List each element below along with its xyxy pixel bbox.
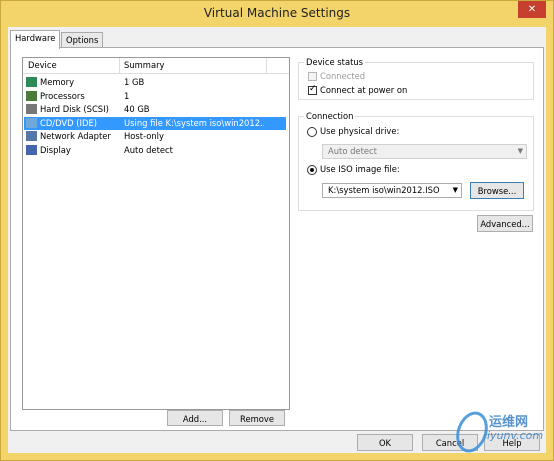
device-name: Processors — [40, 90, 85, 101]
dialog-body: Hardware Options Device Summary Memory 1 … — [8, 27, 546, 457]
device-row[interactable]: Display Auto detect — [24, 144, 286, 157]
device-summary: Auto detect — [124, 144, 173, 155]
iso-path-value: K:\system iso\win2012.ISO — [328, 185, 440, 195]
ok-button[interactable]: OK — [357, 434, 413, 451]
device-status-group: Device status Connected ✓ Connect at pow… — [298, 57, 534, 100]
physical-drive-radio[interactable] — [307, 127, 317, 137]
physical-drive-select[interactable]: Auto detect ▼ — [322, 144, 527, 159]
device-row[interactable]: CD/DVD (IDE) Using file K:\system iso\win… — [24, 116, 286, 130]
network-adapter-icon — [26, 131, 37, 141]
device-name: Memory — [40, 77, 75, 87]
device-name: CD/DVD (IDE) — [40, 117, 98, 128]
device-row[interactable]: Hard Disk (SCSI) 40 GB — [24, 103, 286, 116]
iso-image-radio[interactable] — [307, 165, 317, 175]
iso-path-input[interactable]: K:\system iso\win2012.ISO ▼ — [322, 183, 462, 198]
processor-icon — [26, 90, 37, 101]
settings-window: Virtual Machine Settings ✕ Hardware Opti… — [0, 0, 554, 461]
device-summary: 1 GB — [124, 77, 145, 87]
column-separator — [266, 58, 267, 73]
device-summary: 1 — [124, 90, 130, 101]
device-row[interactable]: Processors 1 — [24, 90, 286, 103]
device-name: Network Adapter — [40, 131, 111, 141]
display-icon — [26, 144, 37, 155]
device-row[interactable]: Memory 1 GB — [24, 76, 286, 89]
device-summary: 40 GB — [124, 104, 150, 114]
device-summary: Using file K:\system iso\win2012.... — [124, 117, 264, 128]
connection-group: Connection Use physical drive: Auto dete… — [298, 111, 534, 211]
column-summary[interactable]: Summary — [124, 60, 164, 70]
physical-drive-value: Auto detect — [328, 146, 377, 156]
close-button[interactable]: ✕ — [518, 1, 546, 18]
connect-at-power-on-label: Connect at power on — [320, 85, 408, 95]
watermark: 运维网 iyunv.com — [450, 407, 551, 457]
device-status-title: Device status — [304, 57, 366, 67]
watermark-text: 运维网 — [489, 415, 529, 430]
tab-hardware[interactable]: Hardware — [10, 30, 61, 49]
chevron-down-icon: ▼ — [452, 186, 458, 194]
hard-disk-icon — [26, 104, 37, 114]
connected-checkbox[interactable] — [308, 72, 317, 81]
column-separator — [119, 58, 120, 73]
window-title: Virtual Machine Settings — [203, 6, 351, 20]
cd-dvd-icon — [26, 117, 37, 128]
checkmark-icon: ✓ — [309, 84, 317, 94]
device-row[interactable]: Network Adapter Host-only — [24, 130, 286, 143]
title-bar: Virtual Machine Settings ✕ — [1, 1, 553, 27]
watermark-url: iyunv.com — [487, 429, 544, 442]
connection-title: Connection — [304, 111, 356, 121]
column-device[interactable]: Device — [28, 60, 57, 70]
remove-button[interactable]: Remove — [229, 410, 285, 426]
advanced-button[interactable]: Advanced... — [477, 215, 533, 232]
chevron-down-icon: ▼ — [517, 147, 523, 155]
device-list-header: Device Summary — [23, 58, 289, 74]
physical-drive-label: Use physical drive: — [320, 126, 400, 136]
browse-button[interactable]: Browse... — [470, 182, 524, 199]
iso-image-label: Use ISO image file: — [320, 164, 400, 174]
memory-icon — [26, 77, 37, 87]
add-button[interactable]: Add... — [167, 410, 223, 426]
device-summary: Host-only — [124, 131, 164, 141]
connect-at-power-on-checkbox[interactable]: ✓ — [308, 84, 317, 95]
device-list[interactable]: Device Summary Memory 1 GB Processors 1 Hard… — [22, 57, 290, 410]
hardware-panel: Device Summary Memory 1 GB Processors 1 Hard… — [10, 47, 544, 431]
device-name: Display — [40, 144, 71, 155]
tab-options[interactable]: Options — [61, 32, 104, 48]
device-name: Hard Disk (SCSI) — [40, 104, 109, 114]
connected-label: Connected — [320, 71, 366, 81]
